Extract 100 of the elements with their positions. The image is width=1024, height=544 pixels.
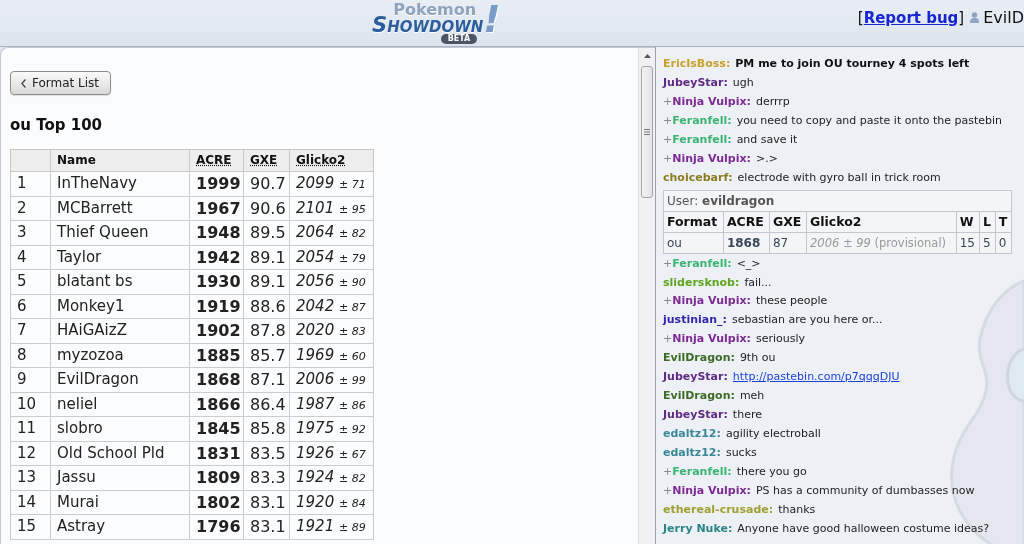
ladder-title: ou Top 100 — [10, 116, 103, 134]
format-list-button[interactable]: Format List — [10, 71, 111, 95]
voice-rank-symbol: + — [663, 255, 673, 272]
chat-username[interactable]: Ninja Vulpix: — [672, 92, 751, 112]
voice-rank-symbol: + — [663, 131, 673, 148]
chat-username[interactable]: JubeyStar: — [663, 406, 728, 425]
gxe-cell: 89.1 — [243, 245, 290, 270]
rank-cell: 12 — [10, 441, 51, 466]
scrollbar-thumb[interactable] — [641, 66, 653, 198]
chat-username[interactable]: Ninja Vulpix: — [672, 292, 751, 312]
rank-cell: 4 — [10, 245, 51, 270]
rank-cell: 2 — [10, 196, 51, 221]
chat-username[interactable]: JubeyStar: — [663, 368, 728, 388]
column-header: Glicko2 — [289, 149, 374, 172]
grip-icon — [644, 129, 650, 135]
chat-message-text: there — [732, 407, 762, 424]
acre-cell: 1796 — [189, 514, 244, 539]
table-cell: 1868 — [723, 232, 770, 254]
chat-message-text: ugh — [732, 74, 754, 91]
chat-username[interactable]: Jerry Nuke: — [663, 519, 733, 539]
player-name-cell: slobro — [50, 416, 190, 441]
report-bug-label: [Report bug] — [857, 8, 965, 27]
rank-cell: 8 — [10, 343, 51, 368]
rank-cell: 15 — [10, 514, 51, 539]
chat-username[interactable]: EvilDragon: — [663, 349, 735, 369]
chat-message-text: PS has a community of dumbasses now — [755, 482, 975, 499]
rank-cell: 1 — [10, 171, 51, 196]
glicko-cell: 2006 ± 99 — [289, 367, 374, 392]
chat-message-text: agility electroball — [725, 426, 821, 442]
card-user-label: User: evildragon — [663, 190, 1012, 212]
glicko-cell: 1920 ± 84 — [289, 490, 374, 515]
voice-rank-symbol: + — [663, 112, 673, 129]
acre-cell: 1831 — [189, 441, 244, 466]
gxe-cell: 85.7 — [243, 343, 290, 368]
gxe-cell: 88.6 — [243, 294, 290, 319]
acre-cell: 1948 — [189, 220, 244, 245]
voice-rank-symbol: + — [663, 293, 673, 310]
column-header: W — [956, 211, 980, 233]
voice-rank-symbol: + — [663, 150, 673, 167]
chat-username[interactable]: Ninja Vulpix: — [672, 481, 751, 501]
rank-cell: 11 — [10, 416, 51, 441]
glicko-cell: 2042 ± 87 — [289, 294, 374, 319]
chat-message-text: <_> — [736, 255, 761, 272]
acre-cell: 1845 — [189, 416, 244, 441]
column-header: ACRE — [189, 149, 244, 172]
acre-cell: 1942 — [189, 245, 244, 270]
chat-message-text: 9th ou — [739, 350, 776, 367]
player-name-cell: Monkey1 — [50, 294, 190, 319]
column-header: GXE — [769, 211, 807, 233]
chat-username[interactable]: EvilDragon: — [663, 387, 735, 407]
chat-username[interactable]: edaltz12: — [663, 425, 721, 444]
table-cell: 0 — [995, 232, 1012, 254]
chat-message-text: electrode with gyro ball in trick room — [737, 169, 941, 186]
voice-rank-symbol: + — [663, 463, 673, 480]
gxe-cell: 90.7 — [243, 171, 290, 196]
table-cell: 5 — [979, 232, 996, 254]
acre-cell: 1885 — [189, 343, 244, 368]
username[interactable]: EvilD — [983, 8, 1024, 27]
chat-link[interactable]: http://pastebin.com/p7qqqDJU — [732, 368, 900, 388]
chat-message-text: fail... — [744, 274, 772, 291]
chat-username[interactable]: Ninja Vulpix: — [672, 330, 751, 350]
user-icon — [970, 12, 980, 23]
acre-cell: 1902 — [189, 318, 244, 343]
scrollbar-track[interactable] — [638, 48, 655, 544]
gxe-cell: 87.1 — [243, 367, 290, 392]
beta-badge: BETA — [440, 34, 478, 44]
acre-cell: 1866 — [189, 392, 244, 417]
chat-username[interactable]: justinian_: — [663, 311, 727, 331]
column-header: Glicko2 — [806, 211, 957, 233]
chat-message-text: there you go — [736, 463, 807, 480]
chat-username[interactable]: JubeyStar: — [663, 73, 728, 93]
logo-top-word: Pokemon — [393, 2, 477, 17]
chat-username[interactable]: edaltz12: — [663, 443, 721, 463]
report-bug-link[interactable]: Report bug — [863, 8, 959, 27]
player-name-cell: Astray — [50, 514, 190, 539]
acre-cell: 1930 — [189, 269, 244, 294]
chat-message-text: you need to copy and paste it onto the pastebin — [736, 112, 1003, 129]
logo-exclamation: ! — [483, 0, 501, 38]
chat-username[interactable]: Ninja Vulpix: — [672, 149, 751, 169]
player-name-cell: blatant bs — [50, 269, 190, 294]
glicko-cell: 2099 ± 71 — [289, 171, 374, 196]
player-name-cell: HAiGAizZ — [50, 318, 190, 343]
column-header: L — [979, 211, 996, 233]
rank-cell: 5 — [10, 269, 51, 294]
column-header: ACRE — [723, 211, 770, 233]
acre-cell: 1999 — [189, 171, 244, 196]
glicko-cell: 1924 ± 82 — [289, 465, 374, 490]
chat-message-text: thanks — [778, 501, 816, 518]
player-name-cell: Thief Queen — [50, 220, 190, 245]
rank-cell: 6 — [10, 294, 51, 319]
gxe-cell: 83.3 — [243, 465, 290, 490]
rank-cell: 9 — [10, 367, 51, 392]
rank-cell: 13 — [10, 465, 51, 490]
scroll-up-arrow-icon[interactable] — [643, 54, 651, 58]
chat-message-text: derrrp — [755, 93, 790, 110]
glicko-cell: 2054 ± 79 — [289, 245, 374, 270]
glicko-cell: 1987 ± 86 — [289, 392, 374, 417]
chat-username[interactable]: choicebarf: — [663, 168, 733, 188]
chat-message-text: meh — [739, 388, 765, 405]
player-name-cell: Old School Pld — [50, 441, 190, 466]
